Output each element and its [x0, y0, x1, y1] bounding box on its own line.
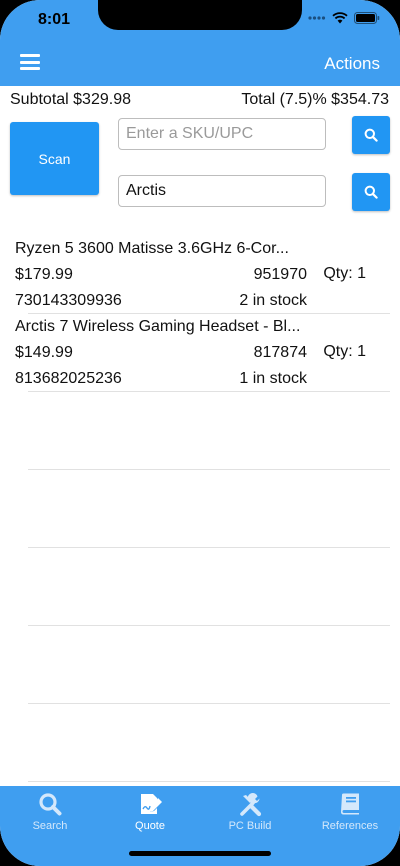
tab-quote[interactable]: Quote	[100, 786, 200, 838]
quote-item-list: Ryzen 5 3600 Matisse 3.6GHz 6-Cor... $17…	[0, 234, 400, 390]
search-icon	[364, 185, 378, 199]
name-search-button[interactable]	[352, 173, 390, 211]
phone-screen: 8:01 Actions Subtotal $329.98 Total (7.5…	[0, 0, 400, 866]
item-name: Arctis 7 Wireless Gaming Headset - Bl...	[15, 318, 301, 335]
list-item[interactable]: Ryzen 5 3600 Matisse 3.6GHz 6-Cor... $17…	[0, 234, 400, 312]
battery-icon	[354, 12, 380, 24]
tab-pc-build[interactable]: PC Build	[200, 786, 300, 838]
item-upc: 730143309936	[15, 292, 122, 309]
nav-bar: 8:01 Actions	[0, 0, 400, 86]
total-text: Total (7.5)% $354.73	[241, 91, 389, 108]
row-divider	[28, 391, 390, 392]
row-divider	[28, 781, 390, 782]
tab-label: Quote	[135, 820, 165, 832]
item-upc: 813682025236	[15, 370, 122, 387]
item-name: Ryzen 5 3600 Matisse 3.6GHz 6-Cor...	[15, 240, 289, 257]
actions-button[interactable]: Actions	[324, 54, 380, 74]
quote-icon	[141, 794, 162, 814]
status-icons	[308, 12, 380, 24]
item-qty[interactable]: Qty: 1	[323, 343, 366, 361]
search-icon	[364, 128, 378, 142]
tab-label: Search	[32, 820, 68, 832]
sku-search-input[interactable]: Enter a SKU/UPC	[118, 118, 326, 150]
status-time: 8:01	[38, 11, 71, 28]
item-stock: 2 in stock	[239, 292, 307, 309]
sku-search-button[interactable]	[352, 116, 390, 154]
search-icon	[39, 793, 62, 816]
name-search-input[interactable]: Arctis	[118, 175, 326, 207]
tab-references[interactable]: References	[300, 786, 400, 838]
subtotal-text: Subtotal $329.98	[10, 91, 131, 108]
item-sku: 817874	[253, 344, 307, 361]
book-icon	[341, 793, 359, 815]
item-qty[interactable]: Qty: 1	[323, 265, 366, 283]
tab-label: References	[321, 820, 379, 832]
tools-icon	[240, 793, 262, 817]
tab-search[interactable]: Search	[0, 786, 100, 838]
cellular-signal-icon	[308, 16, 326, 20]
row-divider	[28, 703, 390, 704]
wifi-icon	[332, 12, 348, 24]
row-divider	[28, 547, 390, 548]
scan-button[interactable]: Scan	[10, 122, 99, 195]
item-price: $179.99	[15, 266, 73, 283]
item-sku: 951970	[253, 266, 307, 283]
item-price: $149.99	[15, 344, 73, 361]
row-divider	[28, 313, 390, 314]
tab-label: PC Build	[228, 820, 272, 832]
notch	[98, 0, 302, 30]
item-stock: 1 in stock	[239, 370, 307, 387]
list-item[interactable]: Arctis 7 Wireless Gaming Headset - Bl...…	[0, 312, 400, 390]
home-indicator[interactable]	[129, 851, 271, 856]
menu-icon[interactable]	[20, 54, 40, 70]
row-divider	[28, 625, 390, 626]
row-divider	[28, 469, 390, 470]
